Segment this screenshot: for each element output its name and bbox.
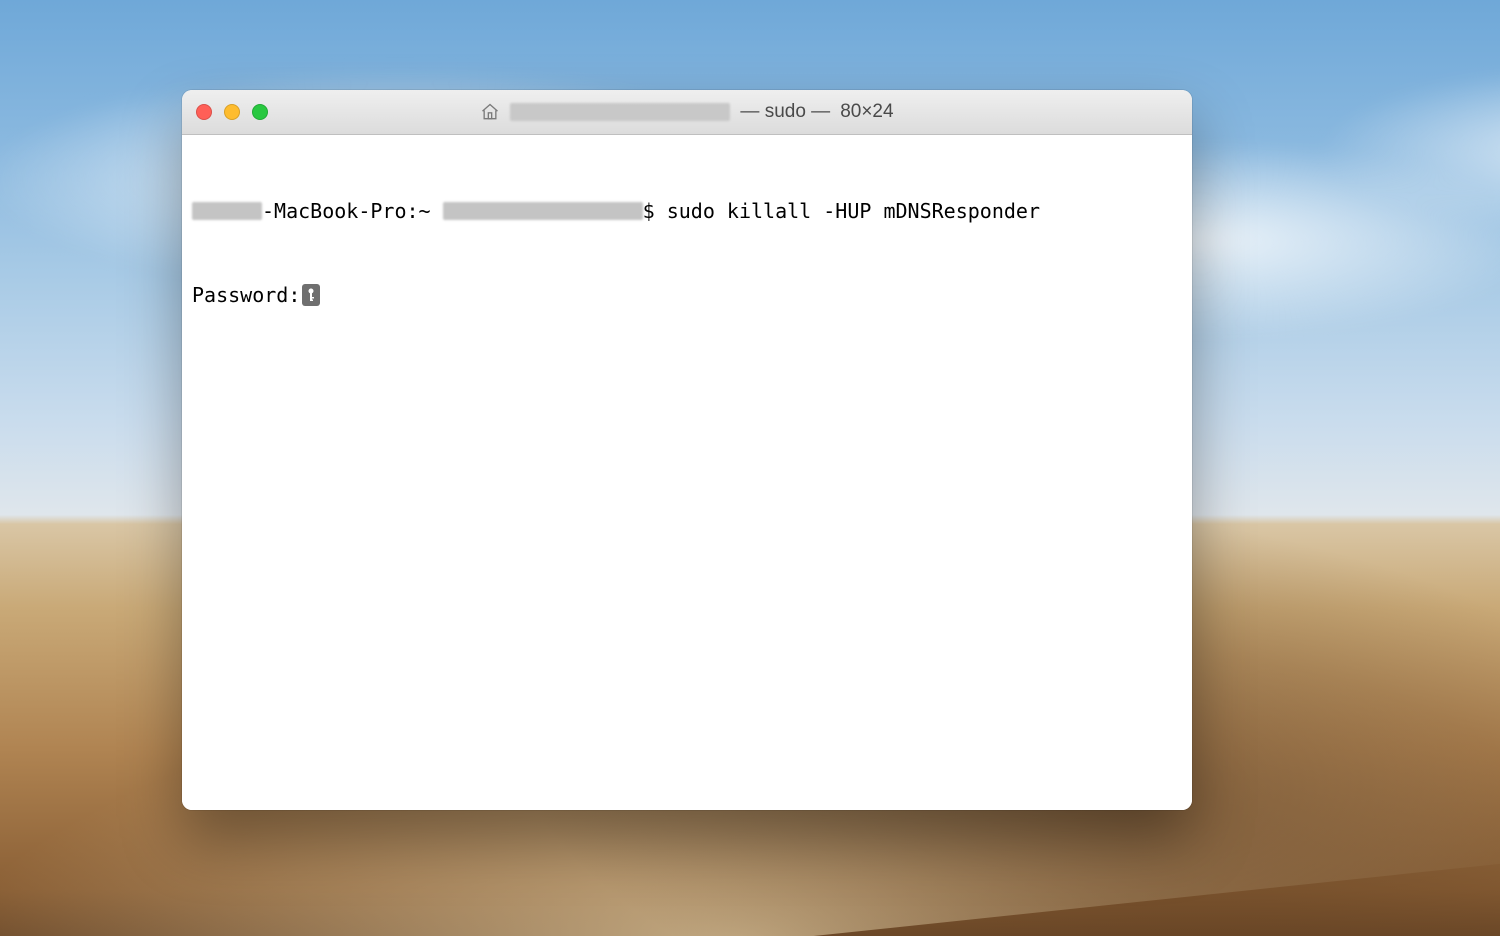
minimize-button[interactable]	[224, 104, 240, 120]
redacted-hostname	[192, 202, 262, 220]
window-title: — sudo — 80×24	[182, 101, 1192, 123]
terminal-content[interactable]: -MacBook-Pro:~ $ sudo killall -HUP mDNSR…	[182, 135, 1192, 810]
terminal-line-1: -MacBook-Pro:~ $ sudo killall -HUP mDNSR…	[192, 197, 1182, 225]
prompt-host-suffix: -MacBook-Pro:~	[262, 197, 443, 225]
close-button[interactable]	[196, 104, 212, 120]
window-titlebar[interactable]: — sudo — 80×24	[182, 90, 1192, 135]
terminal-window[interactable]: — sudo — 80×24 -MacBook-Pro:~ $ sudo kil…	[182, 90, 1192, 810]
zoom-button[interactable]	[252, 104, 268, 120]
title-process: — sudo —	[740, 101, 830, 123]
key-icon	[302, 284, 320, 306]
traffic-lights	[196, 104, 268, 120]
desktop-background: — sudo — 80×24 -MacBook-Pro:~ $ sudo kil…	[0, 0, 1500, 936]
terminal-line-2: Password:	[192, 281, 1182, 309]
redacted-username	[443, 202, 643, 220]
prompt-symbol: $	[643, 197, 667, 225]
redacted-title-segment	[510, 103, 730, 121]
home-icon	[480, 102, 500, 122]
command-text: sudo killall -HUP mDNSResponder	[667, 197, 1040, 225]
title-dimensions: 80×24	[840, 101, 893, 123]
password-label: Password:	[192, 281, 300, 309]
